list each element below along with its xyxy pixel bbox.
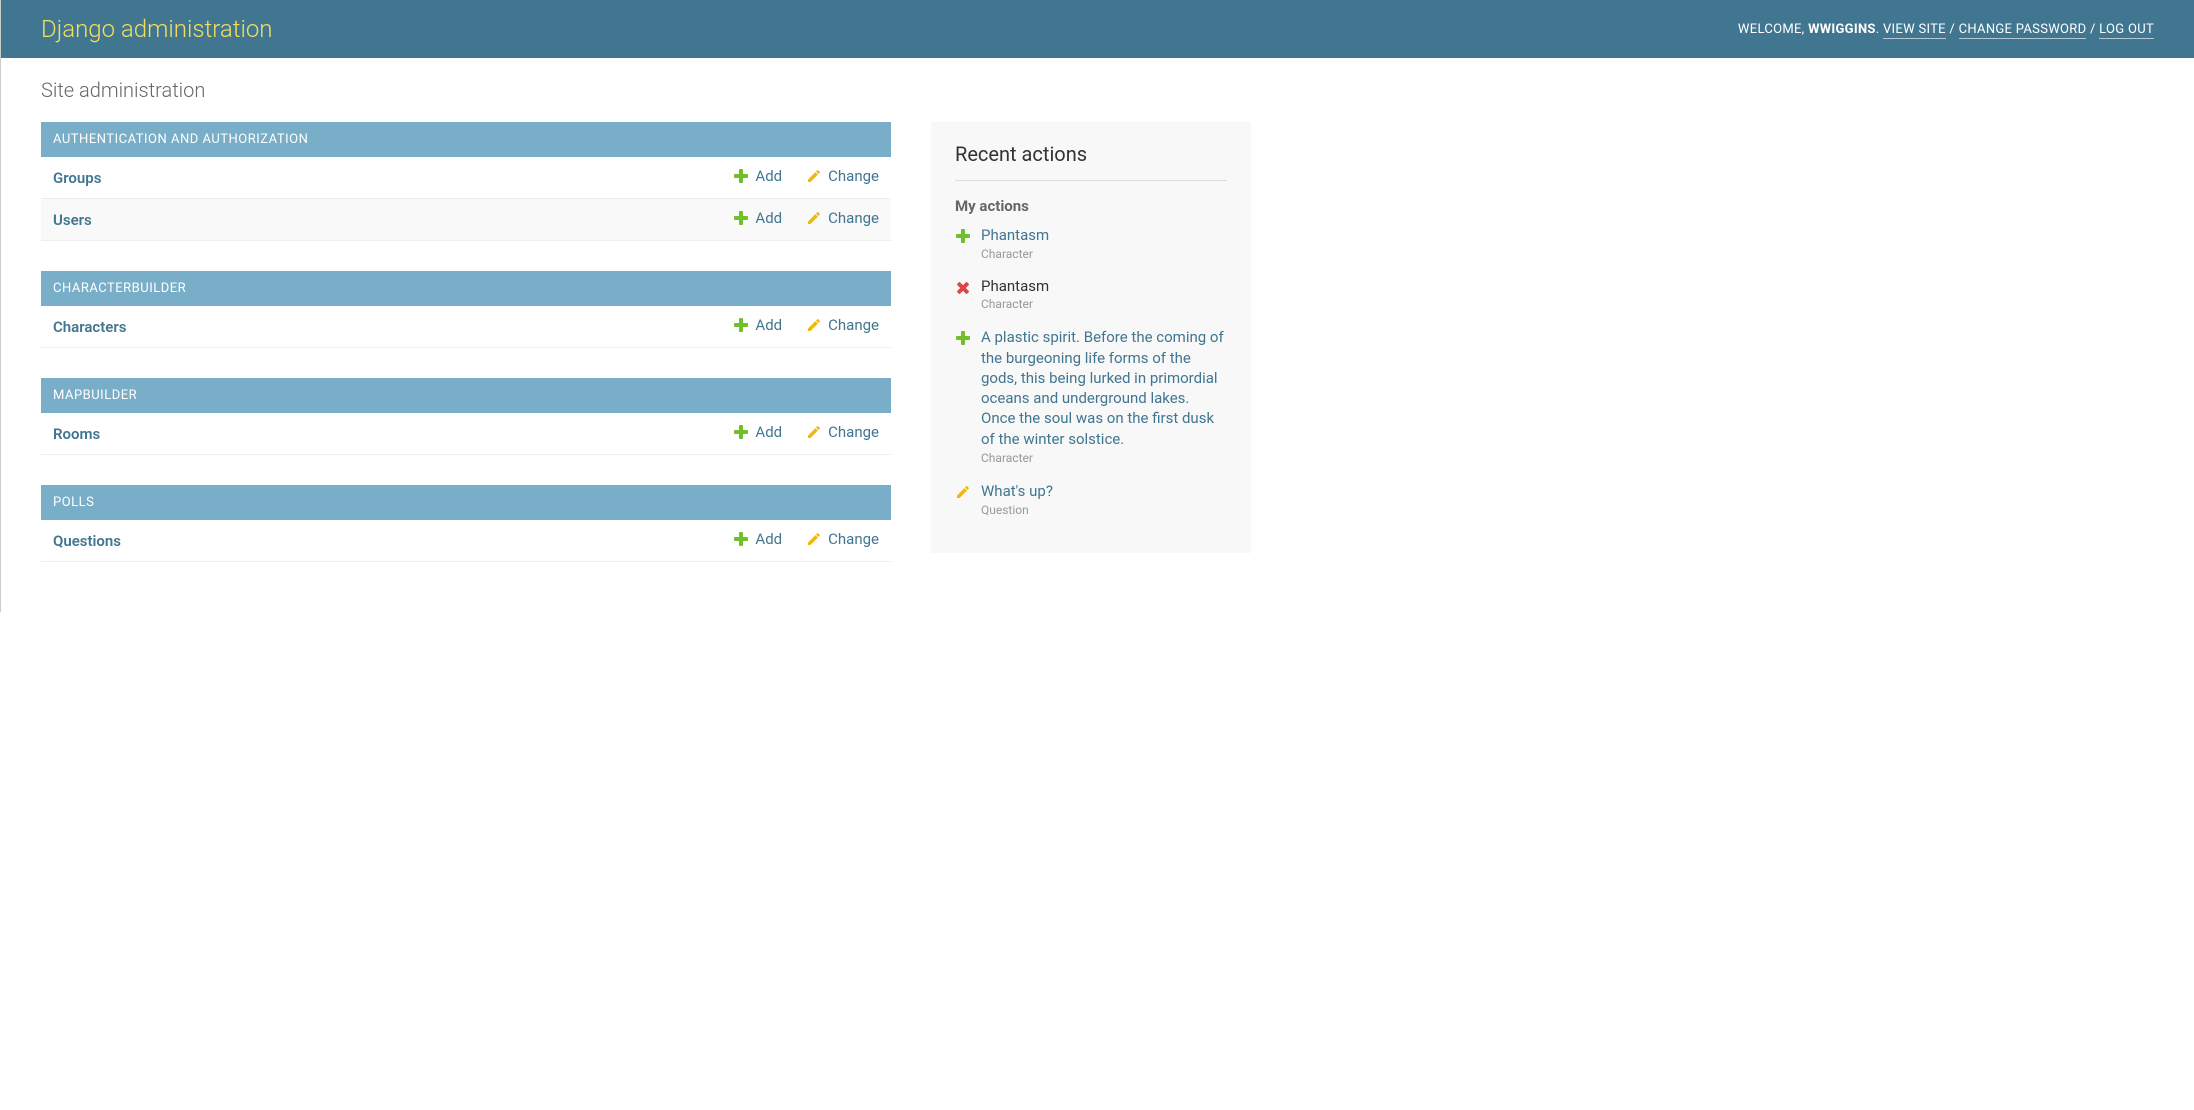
plus-icon <box>733 531 749 547</box>
separator: / <box>1946 22 1959 37</box>
action-item: Phantasm Character <box>955 277 1227 311</box>
recent-actions-module: Recent actions My actions Phantasm Charac… <box>931 122 1251 553</box>
change-label: Change <box>828 423 879 441</box>
model-row: Characters Add Change <box>41 306 891 348</box>
action-list: Phantasm Character Phantasm Character A plas… <box>955 225 1227 517</box>
change-link[interactable]: Change <box>806 209 879 227</box>
app-module: POLLS Questions Add Change <box>41 485 891 562</box>
app-caption[interactable]: POLLS <box>41 485 891 520</box>
action-type: Character <box>981 451 1227 465</box>
action-item: What's up? Question <box>955 481 1227 517</box>
change-link[interactable]: Change <box>806 167 879 185</box>
pencil-icon <box>806 168 822 184</box>
my-actions-heading: My actions <box>955 197 1227 215</box>
add-link[interactable]: Add <box>733 423 782 441</box>
app-module: AUTHENTICATION AND AUTHORIZATION Groups Ad… <box>41 122 891 241</box>
app-module: MAPBUILDER Rooms Add Change <box>41 378 891 455</box>
branding-link[interactable]: Django administration <box>41 15 273 43</box>
change-label: Change <box>828 316 879 334</box>
app-list: AUTHENTICATION AND AUTHORIZATION Groups Ad… <box>41 122 891 592</box>
app-caption[interactable]: CHARACTERBUILDER <box>41 271 891 306</box>
period: . <box>1876 22 1883 37</box>
pencil-icon <box>806 317 822 333</box>
pencil-icon <box>806 531 822 547</box>
action-type: Character <box>981 297 1049 311</box>
app-module: CHARACTERBUILDER Characters Add Change <box>41 271 891 348</box>
action-title: Phantasm <box>981 277 1049 295</box>
add-label: Add <box>755 316 782 334</box>
plus-icon <box>733 210 749 226</box>
action-item: Phantasm Character <box>955 225 1227 261</box>
model-link[interactable]: Rooms <box>53 425 100 443</box>
model-row: Users Add Change <box>41 199 891 241</box>
model-link[interactable]: Groups <box>53 169 101 187</box>
add-label: Add <box>755 167 782 185</box>
action-link[interactable]: What's up? <box>981 481 1053 501</box>
action-link[interactable]: A plastic spirit. Before the coming of t… <box>981 327 1227 449</box>
change-label: Change <box>828 167 879 185</box>
username: WWIGGINS <box>1808 22 1876 37</box>
model-link[interactable]: Questions <box>53 532 121 550</box>
pencil-icon <box>806 210 822 226</box>
plus-icon <box>733 168 749 184</box>
model-row: Questions Add Change <box>41 520 891 562</box>
add-label: Add <box>755 423 782 441</box>
action-item: A plastic spirit. Before the coming of t… <box>955 327 1227 465</box>
model-link[interactable]: Users <box>53 211 92 229</box>
plus-icon <box>955 228 971 244</box>
plus-icon <box>733 317 749 333</box>
add-link[interactable]: Add <box>733 167 782 185</box>
change-link[interactable]: Change <box>806 530 879 548</box>
change-label: Change <box>828 209 879 227</box>
view-site-link[interactable]: VIEW SITE <box>1883 22 1946 39</box>
recent-actions-heading: Recent actions <box>955 142 1227 181</box>
separator: / <box>2086 22 2099 37</box>
branding: Django administration <box>41 15 273 43</box>
add-label: Add <box>755 530 782 548</box>
sidebar: Recent actions My actions Phantasm Charac… <box>931 122 1251 583</box>
change-link[interactable]: Change <box>806 316 879 334</box>
model-link[interactable]: Characters <box>53 318 126 336</box>
model-row: Groups Add Change <box>41 157 891 199</box>
action-type: Question <box>981 503 1053 517</box>
add-link[interactable]: Add <box>733 209 782 227</box>
change-label: Change <box>828 530 879 548</box>
plus-icon <box>955 330 971 346</box>
change-password-link[interactable]: CHANGE PASSWORD <box>1959 22 2087 39</box>
plus-icon <box>733 424 749 440</box>
pencil-icon <box>806 424 822 440</box>
add-label: Add <box>755 209 782 227</box>
header: Django administration WELCOME, WWIGGINS.… <box>1 0 2194 58</box>
action-link[interactable]: Phantasm <box>981 225 1049 245</box>
delete-icon <box>955 280 971 296</box>
user-tools: WELCOME, WWIGGINS. VIEW SITE / CHANGE PA… <box>1738 22 2154 37</box>
add-link[interactable]: Add <box>733 530 782 548</box>
logout-link[interactable]: LOG OUT <box>2099 22 2154 39</box>
pencil-icon <box>955 484 971 500</box>
welcome-label: WELCOME, <box>1738 22 1808 37</box>
action-type: Character <box>981 247 1049 261</box>
app-caption[interactable]: AUTHENTICATION AND AUTHORIZATION <box>41 122 891 157</box>
content: Site administration AUTHENTICATION AND A… <box>1 58 2194 612</box>
add-link[interactable]: Add <box>733 316 782 334</box>
app-caption[interactable]: MAPBUILDER <box>41 378 891 413</box>
model-row: Rooms Add Change <box>41 413 891 455</box>
change-link[interactable]: Change <box>806 423 879 441</box>
page-title: Site administration <box>41 78 2154 102</box>
